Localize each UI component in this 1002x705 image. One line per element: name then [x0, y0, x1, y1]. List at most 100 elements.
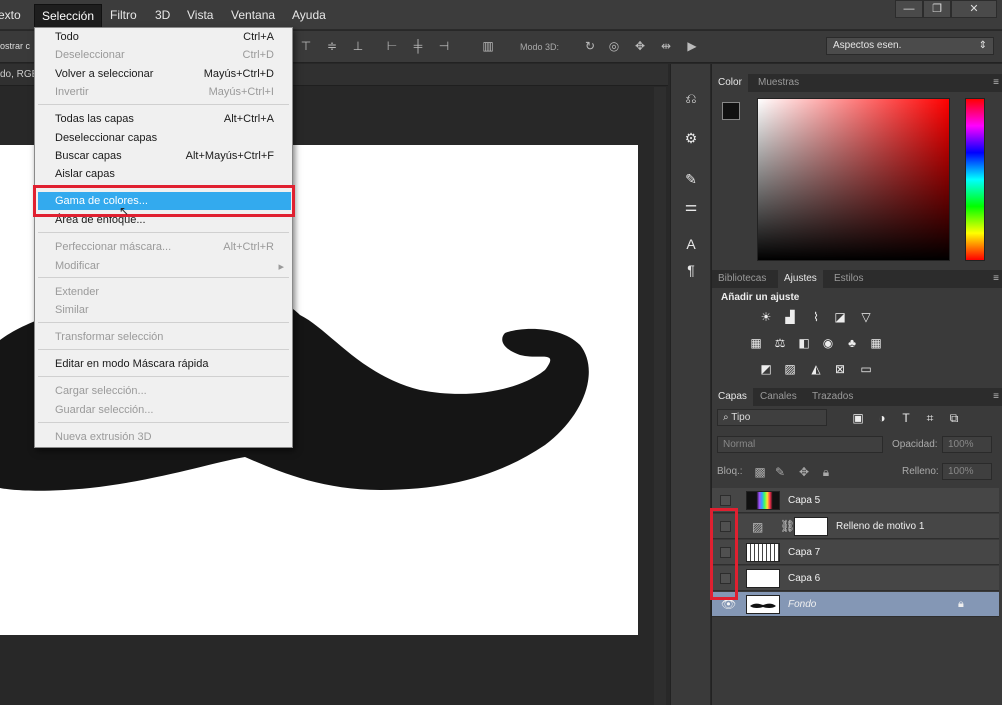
menu-ayuda[interactable]: Ayuda [292, 8, 326, 22]
vertical-scrollbar[interactable] [654, 87, 666, 705]
camera-3d-icon[interactable]: ▶ [684, 39, 700, 53]
curves-icon[interactable]: ⌇ [808, 310, 824, 324]
link-icon[interactable]: ⛓ [780, 519, 795, 533]
levels-icon[interactable]: ▟ [782, 310, 798, 324]
menu-item-perfeccionar-mascara[interactable]: Perfeccionar máscara... Alt+Ctrl+R [35, 238, 292, 256]
lock-move-icon[interactable]: ✥ [796, 465, 812, 479]
blend-mode-select[interactable]: Normal [717, 436, 883, 453]
minimize-button[interactable]: — [895, 0, 923, 18]
menu-item-extrusion-3d[interactable]: Nueva extrusión 3D [35, 428, 292, 446]
menu-item-cargar-seleccion[interactable]: Cargar selección... [35, 382, 292, 400]
hue-sat-icon[interactable]: ▦ [748, 336, 764, 350]
align-hcenter-icon[interactable]: ╪ [410, 39, 426, 53]
channel-mixer-icon[interactable]: ♣ [844, 336, 860, 350]
color-balance-icon[interactable]: ⚖ [772, 336, 788, 350]
menu-filtro[interactable]: Filtro [110, 8, 137, 22]
posterize-icon[interactable]: ▨ [782, 362, 798, 376]
menu-item-invertir[interactable]: Invertir Mayús+Ctrl+I [35, 83, 292, 101]
close-button[interactable]: ✕ [951, 0, 997, 18]
lock-paint-icon[interactable]: ✎ [772, 465, 788, 479]
threshold-icon[interactable]: ◭ [808, 362, 824, 376]
panels-column: Color Muestras ≡ Bibliotecas Ajustes Est… [710, 64, 1002, 705]
maximize-button[interactable]: ❐ [923, 0, 951, 18]
roll-3d-icon[interactable]: ◎ [606, 39, 622, 53]
align-top-icon[interactable]: ⊤ [298, 39, 314, 53]
tab-capas[interactable]: Capas [712, 388, 753, 406]
distribute-icon[interactable]: ▥ [480, 39, 496, 53]
brush-presets-icon[interactable]: ✎ [681, 169, 701, 189]
character-icon[interactable]: A [681, 234, 701, 254]
tab-muestras[interactable]: Muestras [752, 74, 805, 92]
align-left-icon[interactable]: ⊢ [384, 39, 400, 53]
filter-smart-icon[interactable]: ⧉ [946, 411, 962, 425]
menu-item-todo[interactable]: Todo Ctrl+A [35, 28, 292, 46]
visibility-toggle[interactable] [720, 495, 731, 506]
hue-slider[interactable] [965, 98, 985, 261]
invert-icon[interactable]: ◩ [758, 362, 774, 376]
properties-icon[interactable]: ⚙ [681, 128, 701, 148]
panel-menu-icon[interactable]: ≡ [993, 391, 999, 402]
color-field[interactable] [757, 98, 950, 261]
layer-row[interactable]: Capa 5 [712, 488, 999, 513]
history-icon[interactable]: ⎌ [681, 88, 701, 108]
menu-item-volver-seleccionar[interactable]: Volver a seleccionar Mayús+Ctrl+D [35, 65, 292, 83]
bw-icon[interactable]: ◧ [796, 336, 812, 350]
layer-filter-select[interactable]: ⌕ Tipo [717, 409, 827, 426]
slide-3d-icon[interactable]: ⇹ [658, 39, 674, 53]
menu-item-modificar[interactable]: Modificar ▸ [35, 257, 292, 275]
filter-shape-icon[interactable]: ⌗ [922, 411, 938, 425]
tool-presets-icon[interactable]: ⚌ [681, 196, 701, 216]
menu-item-deseleccionar[interactable]: Deseleccionar Ctrl+D [35, 46, 292, 64]
menu-separator [38, 422, 289, 423]
filter-adjust-icon[interactable]: ◑ [874, 411, 890, 425]
align-bottom-icon[interactable]: ⊥ [350, 39, 366, 53]
panel-menu-icon[interactable]: ≡ [993, 273, 999, 284]
filter-type-icon[interactable]: T [898, 411, 914, 425]
menu-item-deseleccionar-capas[interactable]: Deseleccionar capas [35, 129, 292, 147]
menu-item-buscar-capas[interactable]: Buscar capas Alt+Mayús+Ctrl+F [35, 147, 292, 165]
layer-row[interactable]: Capa 7 [712, 540, 999, 565]
menu-item-aislar-capas[interactable]: Aislar capas [35, 165, 292, 183]
paragraph-icon[interactable]: ¶ [681, 260, 701, 280]
align-vcenter-icon[interactable]: ≑ [324, 39, 340, 53]
vibrance-icon[interactable]: ▽ [858, 310, 874, 324]
panel-menu-icon[interactable]: ≡ [993, 77, 999, 88]
rotate-3d-icon[interactable]: ↻ [582, 39, 598, 53]
foreground-swatch[interactable] [722, 102, 740, 120]
tab-ajustes[interactable]: Ajustes [778, 270, 823, 288]
fill-field[interactable]: 100% [942, 463, 992, 480]
exposure-icon[interactable]: ◪ [832, 310, 848, 324]
tab-canales[interactable]: Canales [754, 388, 803, 406]
gradient-map-icon[interactable]: ⊠ [832, 362, 848, 376]
menu-3d[interactable]: 3D [155, 8, 170, 22]
tab-bibliotecas[interactable]: Bibliotecas [712, 270, 772, 288]
opacity-field[interactable]: 100% [942, 436, 992, 453]
tab-color[interactable]: Color [712, 74, 748, 92]
layer-row[interactable]: ▨ ⛓ Relleno de motivo 1 [712, 514, 999, 539]
lock-all-icon[interactable]: 🔒︎ [818, 465, 834, 479]
align-right-icon[interactable]: ⊣ [436, 39, 452, 53]
layer-row[interactable]: Capa 6 [712, 566, 999, 591]
menu-item-transformar[interactable]: Transformar selección [35, 328, 292, 346]
color-lookup-icon[interactable]: ▦ [868, 336, 884, 350]
lock-pixels-icon[interactable]: ▩ [752, 465, 768, 479]
drag-3d-icon[interactable]: ✥ [632, 39, 648, 53]
mode-3d-label: Modo 3D: [520, 42, 560, 52]
tab-trazados[interactable]: Trazados [806, 388, 859, 406]
menu-item-extender[interactable]: Extender [35, 283, 292, 301]
filter-pixel-icon[interactable]: ▣ [850, 411, 866, 425]
menu-item-similar[interactable]: Similar [35, 301, 292, 319]
selective-color-icon[interactable]: ▭ [858, 362, 874, 376]
workspace-select[interactable]: Aspectos esen. ⇕ [826, 37, 994, 55]
menu-item-mascara-rapida[interactable]: Editar en modo Máscara rápida [35, 355, 292, 373]
menu-texto[interactable]: exto [0, 8, 21, 22]
menu-vista[interactable]: Vista [187, 8, 213, 22]
menu-item-guardar-seleccion[interactable]: Guardar selección... [35, 401, 292, 419]
layer-row-selected[interactable]: 👁︎ Fondo 🔒︎ [712, 592, 999, 617]
photo-filter-icon[interactable]: ◉ [820, 336, 836, 350]
menu-seleccion[interactable]: Selección [34, 4, 102, 28]
menu-item-todas-capas[interactable]: Todas las capas Alt+Ctrl+A [35, 110, 292, 128]
menu-ventana[interactable]: Ventana [231, 8, 275, 22]
brightness-icon[interactable]: ☀ [758, 310, 774, 324]
tab-estilos[interactable]: Estilos [828, 270, 869, 288]
